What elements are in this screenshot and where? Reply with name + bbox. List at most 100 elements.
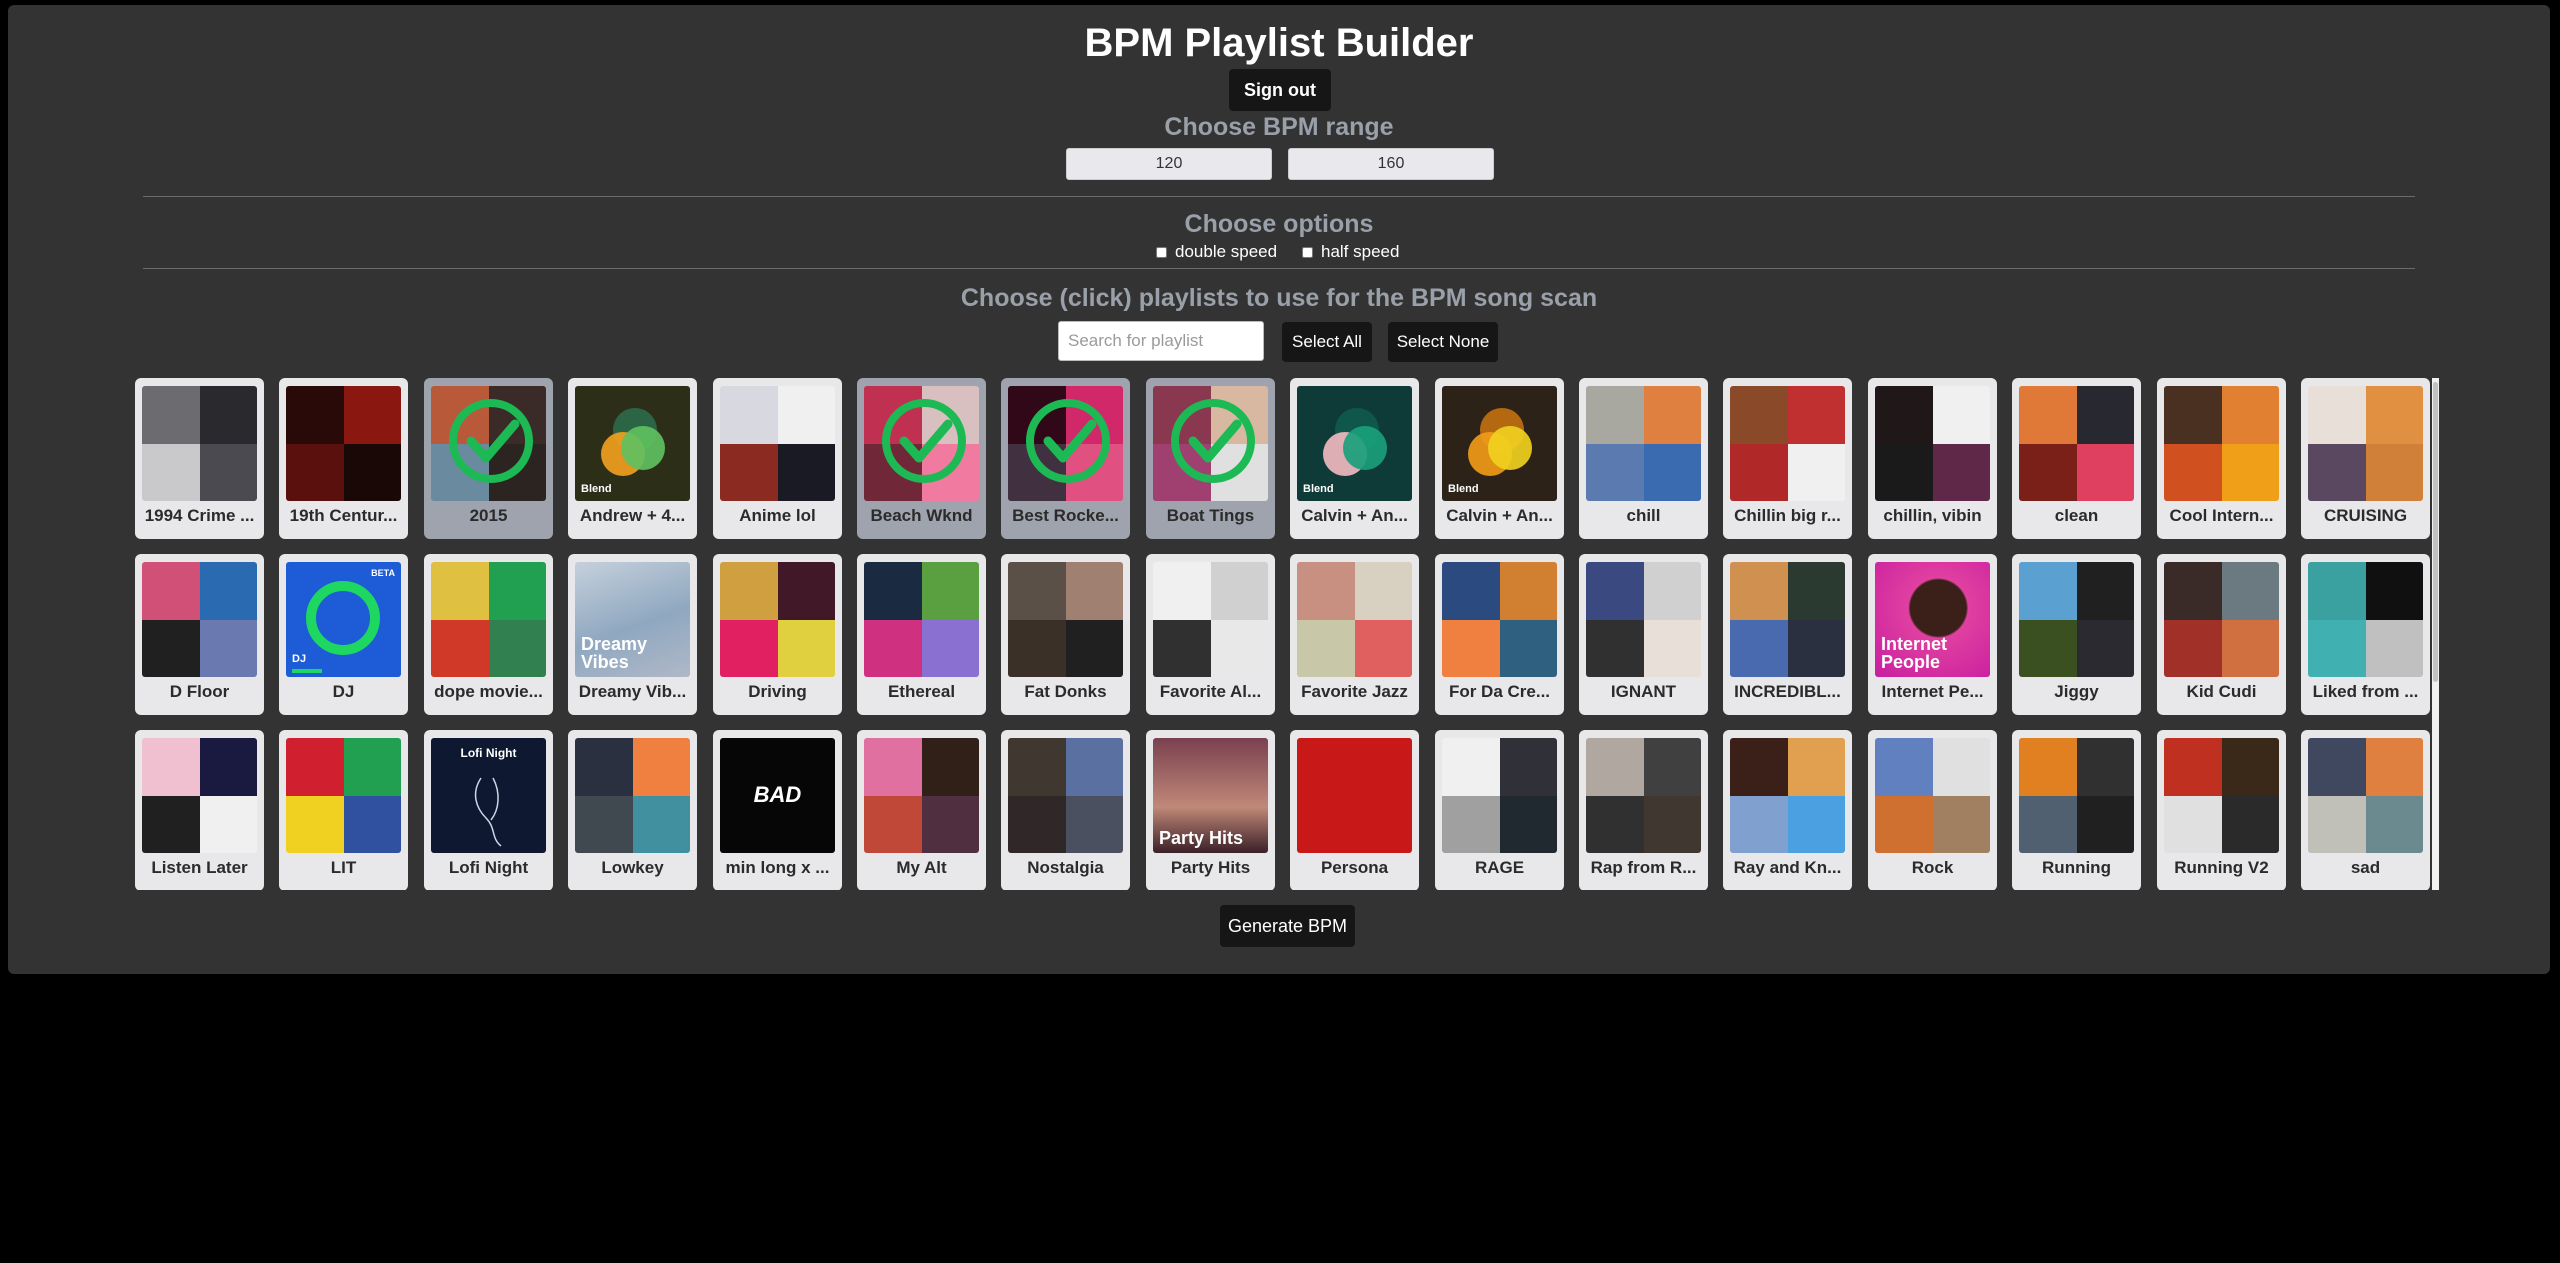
cover-tile xyxy=(2019,795,2077,853)
cover-tile xyxy=(1210,562,1268,620)
playlist-card[interactable]: Favorite Jazz xyxy=(1290,554,1419,715)
select-none-button[interactable]: Select None xyxy=(1388,322,1498,362)
playlist-card[interactable]: chillin, vibin xyxy=(1868,378,1997,539)
playlist-card[interactable]: LIT xyxy=(279,730,408,890)
cover-tile xyxy=(2076,619,2134,677)
playlist-name: INCREDIBL... xyxy=(1734,682,1841,701)
playlist-card[interactable]: Rap from R... xyxy=(1579,730,1708,890)
playlist-name: Lowkey xyxy=(601,858,664,877)
options-heading: Choose options xyxy=(1184,210,1374,238)
playlist-card[interactable]: Jiggy xyxy=(2012,554,2141,715)
bpm-max-input[interactable] xyxy=(1288,148,1494,180)
playlist-card[interactable]: chill xyxy=(1579,378,1708,539)
playlist-card[interactable]: Boat Tings xyxy=(1146,378,1275,539)
bpm-range-heading: Choose BPM range xyxy=(1164,113,1394,141)
playlist-card[interactable]: Nostalgia xyxy=(1001,730,1130,890)
playlist-card[interactable]: Kid Cudi xyxy=(2157,554,2286,715)
playlist-search-input[interactable] xyxy=(1058,321,1264,361)
cover-tile xyxy=(2365,386,2423,444)
bpm-min-input[interactable] xyxy=(1066,148,1272,180)
double-speed-option[interactable]: double speed xyxy=(1156,242,1277,262)
cover-tile xyxy=(1442,795,1500,853)
generate-bpm-button[interactable]: Generate BPM xyxy=(1220,905,1355,947)
cover-tile xyxy=(199,795,257,853)
cover-tile xyxy=(488,562,546,620)
playlist-cover xyxy=(864,562,979,677)
playlist-card[interactable]: RAGE xyxy=(1435,730,1564,890)
playlist-name: CRUISING xyxy=(2323,506,2408,525)
playlist-name: 1994 Crime ... xyxy=(144,506,255,525)
playlist-card[interactable]: Blend Calvin + An... xyxy=(1435,378,1564,539)
playlist-card[interactable]: Lowkey xyxy=(568,730,697,890)
playlist-card[interactable]: dope movie... xyxy=(424,554,553,715)
playlist-card[interactable]: Ethereal xyxy=(857,554,986,715)
playlist-grid-scrollbar[interactable] xyxy=(2432,378,2439,890)
playlist-card[interactable]: Anime lol xyxy=(713,378,842,539)
cover-tile xyxy=(1499,738,1557,796)
playlist-card[interactable]: D Floor xyxy=(135,554,264,715)
cover-tile xyxy=(864,562,922,620)
cover-tile xyxy=(2365,795,2423,853)
playlist-card[interactable]: Chillin big r... xyxy=(1723,378,1852,539)
playlist-card[interactable]: INCREDIBL... xyxy=(1723,554,1852,715)
playlist-cover xyxy=(1730,562,1845,677)
cover-tile xyxy=(343,795,401,853)
half-speed-checkbox[interactable] xyxy=(1302,246,1313,258)
playlist-card[interactable]: 19th Centur... xyxy=(279,378,408,539)
cover-tile xyxy=(2019,738,2077,796)
half-speed-option[interactable]: half speed xyxy=(1302,242,1399,262)
playlist-card[interactable]: clean xyxy=(2012,378,2141,539)
sign-out-button[interactable]: Sign out xyxy=(1229,69,1331,111)
cover-tile xyxy=(1875,443,1933,501)
playlist-card[interactable]: Blend Calvin + An... xyxy=(1290,378,1419,539)
playlist-card[interactable]: Running V2 xyxy=(2157,730,2286,890)
playlist-card[interactable]: 2015 xyxy=(424,378,553,539)
playlist-card[interactable]: Persona xyxy=(1290,730,1419,890)
playlist-cover xyxy=(142,738,257,853)
playlist-card[interactable]: For Da Cre... xyxy=(1435,554,1564,715)
double-speed-checkbox[interactable] xyxy=(1156,246,1167,258)
cover-tile xyxy=(1442,562,1500,620)
playlist-cover xyxy=(864,738,979,853)
playlist-card[interactable]: Best Rocke... xyxy=(1001,378,1130,539)
playlist-name: chillin, vibin xyxy=(1883,506,1982,525)
playlist-card[interactable]: Driving xyxy=(713,554,842,715)
cover-tile xyxy=(2164,443,2222,501)
playlist-card[interactable]: Fat Donks xyxy=(1001,554,1130,715)
playlist-card[interactable]: Favorite Al... xyxy=(1146,554,1275,715)
playlist-card[interactable]: Cool Intern... xyxy=(2157,378,2286,539)
playlist-card[interactable]: Blend Andrew + 4... xyxy=(568,378,697,539)
playlist-card[interactable]: Rock xyxy=(1868,730,1997,890)
cover-tile xyxy=(575,738,633,796)
playlist-card[interactable]: IGNANT xyxy=(1579,554,1708,715)
playlist-card[interactable]: Internet People Internet Pe... xyxy=(1868,554,1997,715)
playlist-card[interactable]: sad xyxy=(2301,730,2430,890)
playlist-card[interactable]: Dreamy Vibes Dreamy Vib... xyxy=(568,554,697,715)
playlist-cover xyxy=(431,386,546,501)
cover-tile xyxy=(1730,443,1788,501)
playlist-name: sad xyxy=(2350,858,2381,877)
playlist-name: Rap from R... xyxy=(1590,858,1697,877)
playlist-card[interactable]: CRUISING xyxy=(2301,378,2430,539)
cover-tile xyxy=(1442,738,1500,796)
playlist-card[interactable]: Liked from ... xyxy=(2301,554,2430,715)
cover-tile xyxy=(1643,443,1701,501)
playlist-card[interactable]: Ray and Kn... xyxy=(1723,730,1852,890)
playlist-cover: Dreamy Vibes xyxy=(575,562,690,677)
playlist-card[interactable]: Lofi Night Lofi Night xyxy=(424,730,553,890)
cover-tile xyxy=(632,795,690,853)
cover-tile xyxy=(1153,562,1211,620)
playlist-card[interactable]: Party Hits Party Hits xyxy=(1146,730,1275,890)
playlist-card[interactable]: Beach Wknd xyxy=(857,378,986,539)
playlist-card[interactable]: My Alt xyxy=(857,730,986,890)
playlist-card[interactable]: Running xyxy=(2012,730,2141,890)
playlist-card[interactable]: BAD min long x ... xyxy=(713,730,842,890)
playlist-cover: BAD xyxy=(720,738,835,853)
scrollbar-thumb[interactable] xyxy=(2433,382,2438,682)
divider xyxy=(143,268,2415,269)
beta-badge: BETA xyxy=(371,568,395,578)
playlist-card[interactable]: Listen Later xyxy=(135,730,264,890)
playlist-card[interactable]: 1994 Crime ... xyxy=(135,378,264,539)
select-all-button[interactable]: Select All xyxy=(1282,322,1372,362)
playlist-card[interactable]: DJ BETA DJ xyxy=(279,554,408,715)
